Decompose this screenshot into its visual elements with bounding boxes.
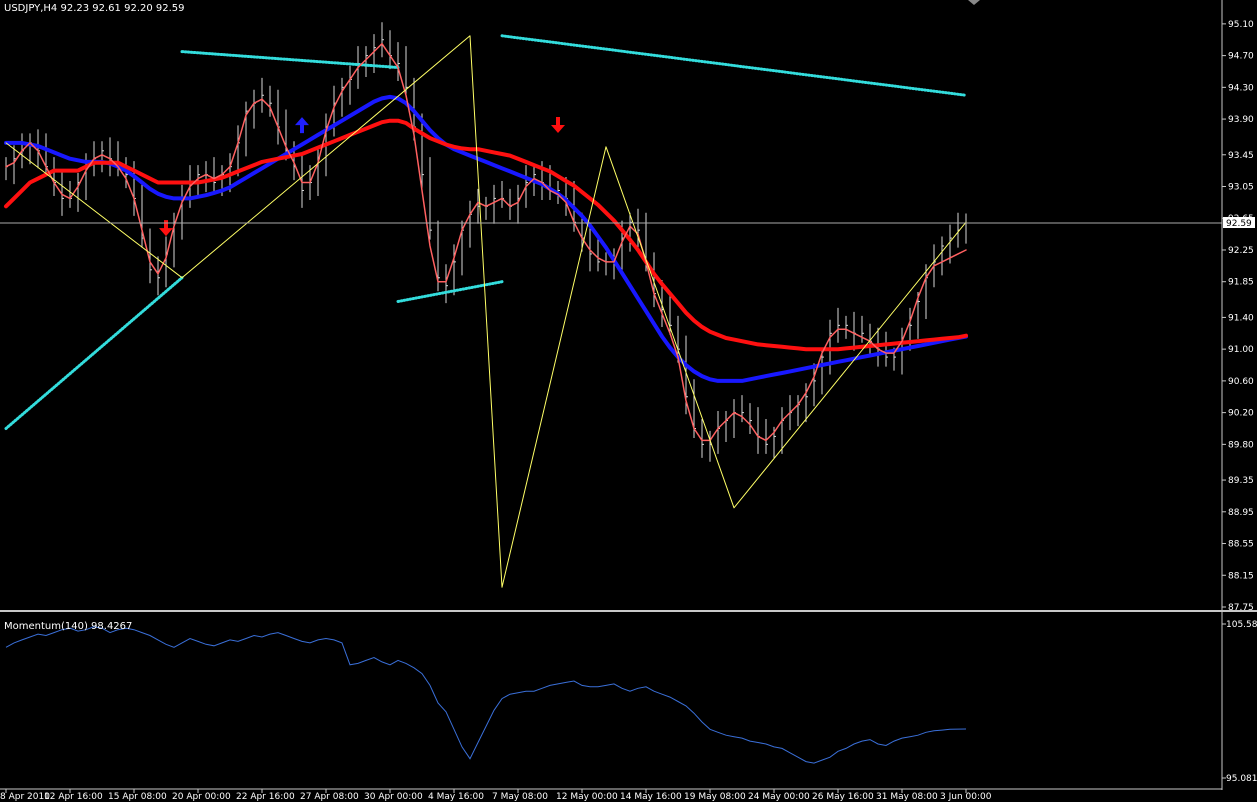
time-tick-label: 27 Apr 08:00	[300, 792, 359, 802]
price-tick-label: 88.55	[1228, 540, 1254, 550]
time-tick-label: 7 May 08:00	[492, 792, 548, 802]
price-tick-label: 90.60	[1228, 377, 1254, 387]
indicator-tick-label: 105.586	[1226, 620, 1257, 630]
time-tick-label: 19 May 08:00	[684, 792, 746, 802]
trading-chart[interactable]: 95.1094.7094.3093.9093.4593.0592.6592.25…	[0, 0, 1257, 802]
time-tick-label: 4 May 16:00	[428, 792, 484, 802]
current-price-tag: 92.59	[1223, 217, 1255, 229]
price-tick-label: 93.90	[1228, 115, 1254, 125]
time-tick-label: 12 Apr 16:00	[44, 792, 103, 802]
price-tick-label: 89.80	[1228, 440, 1254, 450]
time-tick-label: 8 Apr 2010	[0, 792, 50, 802]
price-tick-label: 88.95	[1228, 508, 1254, 518]
time-tick-label: 31 May 08:00	[876, 792, 938, 802]
time-tick-label: 26 May 16:00	[812, 792, 874, 802]
time-tick-label: 12 May 00:00	[556, 792, 618, 802]
price-tick-label: 90.20	[1228, 409, 1254, 419]
time-tick-label: 30 Apr 00:00	[364, 792, 423, 802]
time-tick-label: 15 Apr 08:00	[108, 792, 167, 802]
price-tick-label: 89.35	[1228, 476, 1254, 486]
price-tick-label: 91.00	[1228, 345, 1254, 355]
price-tick-label: 94.70	[1228, 52, 1254, 62]
time-tick-label: 20 Apr 00:00	[172, 792, 231, 802]
momentum-title: Momentum(140) 98.4267	[4, 621, 132, 632]
price-tick-label: 93.45	[1228, 151, 1254, 161]
time-tick-label: 22 Apr 16:00	[236, 792, 295, 802]
time-tick-label: 3 Jun 00:00	[940, 792, 992, 802]
price-tick-label: 87.75	[1228, 603, 1254, 613]
price-tick-label: 95.10	[1228, 20, 1254, 30]
price-tick-label: 91.40	[1228, 313, 1254, 323]
price-tick-label: 94.30	[1228, 83, 1254, 93]
chart-background	[0, 0, 1257, 802]
price-tick-label: 88.15	[1228, 571, 1254, 581]
time-tick-label: 24 May 00:00	[748, 792, 810, 802]
symbol-header: USDJPY,H4 92.23 92.61 92.20 92.59	[4, 3, 185, 14]
current-price-label: 92.59	[1226, 219, 1252, 229]
indicator-tick-label: 95.081	[1226, 774, 1257, 784]
price-tick-label: 93.05	[1228, 183, 1254, 193]
price-tick-label: 92.25	[1228, 246, 1254, 256]
time-tick-label: 14 May 16:00	[620, 792, 682, 802]
price-tick-label: 91.85	[1228, 278, 1254, 288]
